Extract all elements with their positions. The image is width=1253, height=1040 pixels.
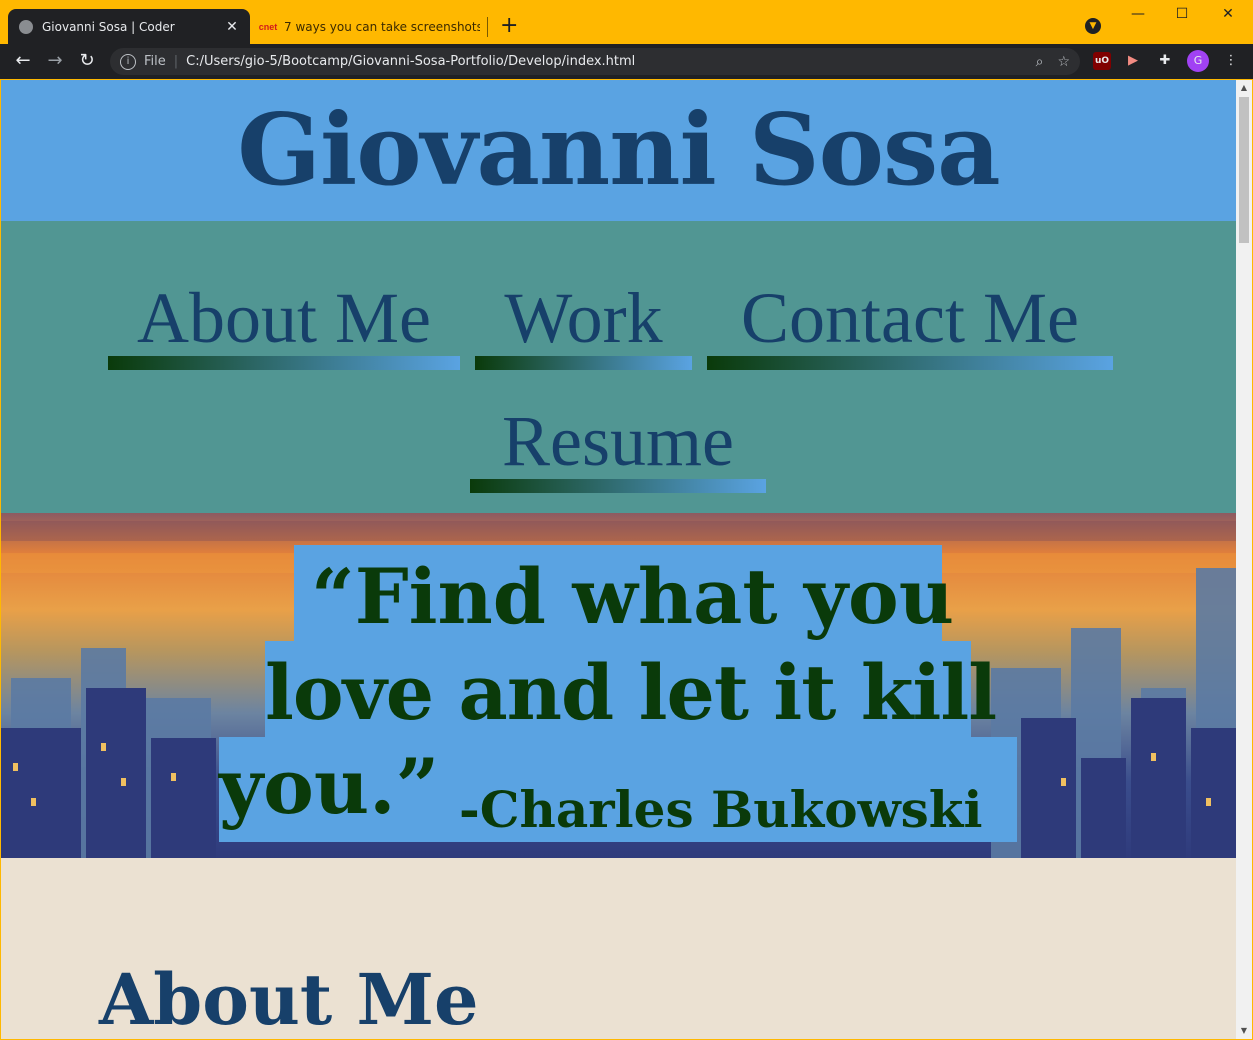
scrollbar-thumb[interactable] [1239,97,1249,243]
site-nav: About Me Work Contact Me Resume [1,221,1236,513]
browser-titlebar: Giovanni Sosa | Coder ✕ cnet 7 ways you … [0,0,1253,44]
minimize-icon[interactable]: — [1128,6,1148,22]
site-header: Giovanni Sosa [1,80,1236,221]
page-scrollbar[interactable]: ▲ ▼ [1236,80,1252,1039]
nav-link-work[interactable]: Work [475,278,692,370]
nav-link-about-me[interactable]: About Me [108,278,460,370]
menu-kebab-icon[interactable]: ⋮ [1222,52,1240,70]
new-tab-button[interactable]: + [500,14,518,38]
extensions-puzzle-icon[interactable]: ✚ [1156,52,1174,70]
globe-icon [18,19,34,35]
nav-underline [707,356,1113,370]
nav-link-resume[interactable]: Resume [470,401,766,493]
tab-title: 7 ways you can take screenshots [284,19,480,34]
nav-link-contact-me[interactable]: Contact Me [707,278,1113,370]
address-bar[interactable]: i File | C:/Users/gio-5/Bootcamp/Giovann… [110,48,1080,75]
tab-title: Giovanni Sosa | Coder [42,19,175,34]
profile-avatar[interactable]: G [1187,50,1209,72]
info-icon[interactable]: i [120,53,136,70]
tab-giovanni-sosa[interactable]: Giovanni Sosa | Coder ✕ [8,9,250,44]
address-scheme: File [144,54,166,69]
scroll-up-icon[interactable]: ▲ [1236,80,1252,96]
nav-underline [470,479,766,493]
quote-line-3: you.” [219,742,440,831]
nav-underline [475,356,692,370]
forward-arrow-icon[interactable]: → [44,51,66,71]
close-tab-icon[interactable]: ✕ [224,19,240,35]
tab-search-icon[interactable]: ▼ [1085,18,1101,34]
close-window-icon[interactable]: ✕ [1218,6,1238,22]
reload-icon[interactable]: ↻ [76,51,98,71]
hero-cityscape: “Find what you love and let it kill you.… [1,513,1236,858]
about-me-heading: About Me [99,958,479,1040]
nav-underline [108,356,460,370]
quote-line-2: love and let it kill [265,648,997,737]
zoom-icon[interactable]: ⌕ [1036,54,1044,70]
tab-cnet-screenshots[interactable]: cnet 7 ways you can take screenshots [252,9,488,44]
bookmark-star-icon[interactable]: ☆ [1057,54,1070,70]
page-viewport: Giovanni Sosa About Me Work Contact Me R… [1,80,1236,1039]
back-arrow-icon[interactable]: ← [12,51,34,71]
quote-author: -Charles Bukowski [459,780,983,839]
address-url[interactable]: C:/Users/gio-5/Bootcamp/Giovanni-Sosa-Po… [186,54,1021,69]
ublock-extension-icon[interactable]: uO [1093,52,1111,70]
scroll-down-icon[interactable]: ▼ [1236,1023,1252,1039]
cnet-favicon-icon: cnet [258,21,278,32]
quote-line-1: “Find what you [311,552,954,641]
record-extension-icon[interactable]: ▶ [1124,52,1142,70]
site-title: Giovanni Sosa [237,93,1000,208]
browser-toolbar: ← → ↻ i File | C:/Users/gio-5/Bootcamp/G… [0,44,1253,79]
maximize-icon[interactable]: ☐ [1172,6,1192,22]
